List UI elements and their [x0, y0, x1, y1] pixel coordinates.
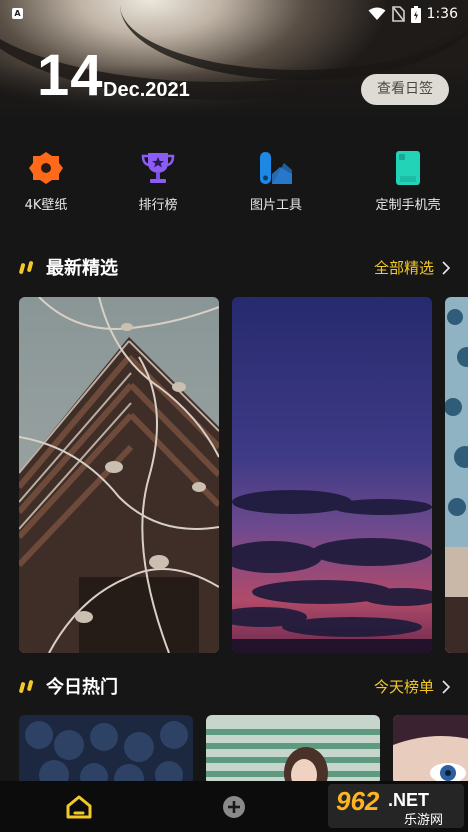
today-ranking-link[interactable]: 今天榜单: [374, 676, 450, 697]
section-marker-icon: [19, 261, 34, 274]
daily-sign-button[interactable]: 查看日签: [361, 74, 449, 105]
no-sim-icon: [391, 6, 405, 22]
svg-text:.NET: .NET: [388, 790, 429, 810]
wifi-icon: [368, 7, 386, 20]
app-notification-icon: A: [12, 8, 23, 19]
sunset-sky-image: [232, 297, 432, 653]
wallpaper-card-pagoda[interactable]: [19, 297, 219, 653]
hexagon-flower-icon: [29, 152, 63, 184]
quick-nav-label: 4K壁纸: [24, 198, 68, 213]
nav-home[interactable]: [65, 793, 93, 821]
wallpaper-card-stadium-girl[interactable]: [206, 715, 380, 785]
battery-icon: [410, 5, 421, 23]
watermark-logo: 962 .NET 乐游网: [328, 784, 464, 828]
wave-art-image: [445, 297, 468, 653]
trophy-icon: [141, 153, 175, 183]
chevron-right-icon: [442, 679, 450, 694]
today-ranking-label: 今天榜单: [373, 678, 434, 696]
section-marker-icon: [19, 680, 34, 693]
svg-text:962: 962: [336, 786, 380, 816]
quick-nav-4k-wallpaper[interactable]: 4K壁纸: [0, 150, 101, 213]
wallpaper-card-blueberries[interactable]: [19, 715, 193, 785]
wallpaper-card-sunset-sky[interactable]: [232, 297, 432, 653]
quick-nav-image-tools[interactable]: 图片工具: [221, 150, 331, 213]
nav-create[interactable]: [220, 793, 248, 821]
phone-case-icon: [396, 151, 420, 185]
stadium-girl-image: [206, 715, 380, 785]
see-all-label: 全部精选: [373, 259, 434, 277]
add-circle-icon: [223, 796, 245, 818]
date-day: 14: [37, 43, 104, 108]
anime-eye-image: [393, 715, 468, 785]
pagoda-branches-image: [19, 297, 219, 653]
blueberries-image: [19, 715, 193, 785]
section-title: 今日热门: [46, 677, 118, 698]
hot-section-header: 今日热门 今天榜单: [0, 673, 468, 699]
date-month-year: Dec.2021: [103, 79, 190, 101]
site-watermark: 962 .NET 乐游网: [328, 782, 464, 830]
quick-nav: 4K壁纸 排行榜 图片工具 定制手机壳: [0, 150, 468, 220]
clock: 1:36: [426, 6, 458, 22]
status-bar: A 1:36: [0, 0, 468, 28]
section-title: 最新精选: [46, 258, 118, 279]
image-tool-icon: [260, 152, 292, 184]
wallpaper-card-wave-art[interactable]: [445, 297, 468, 653]
quick-nav-phone-case[interactable]: 定制手机壳: [353, 150, 463, 213]
wallpaper-card-anime-eye[interactable]: [393, 715, 468, 785]
quick-nav-label: 定制手机壳: [375, 198, 441, 213]
quick-nav-ranking[interactable]: 排行榜: [103, 150, 213, 213]
svg-text:乐游网: 乐游网: [404, 813, 443, 828]
chevron-right-icon: [442, 260, 450, 275]
latest-section-header: 最新精选 全部精选: [0, 254, 468, 280]
quick-nav-label: 排行榜: [138, 198, 178, 213]
quick-nav-label: 图片工具: [249, 198, 302, 213]
home-icon: [66, 795, 92, 819]
see-all-picks-link[interactable]: 全部精选: [374, 257, 450, 278]
